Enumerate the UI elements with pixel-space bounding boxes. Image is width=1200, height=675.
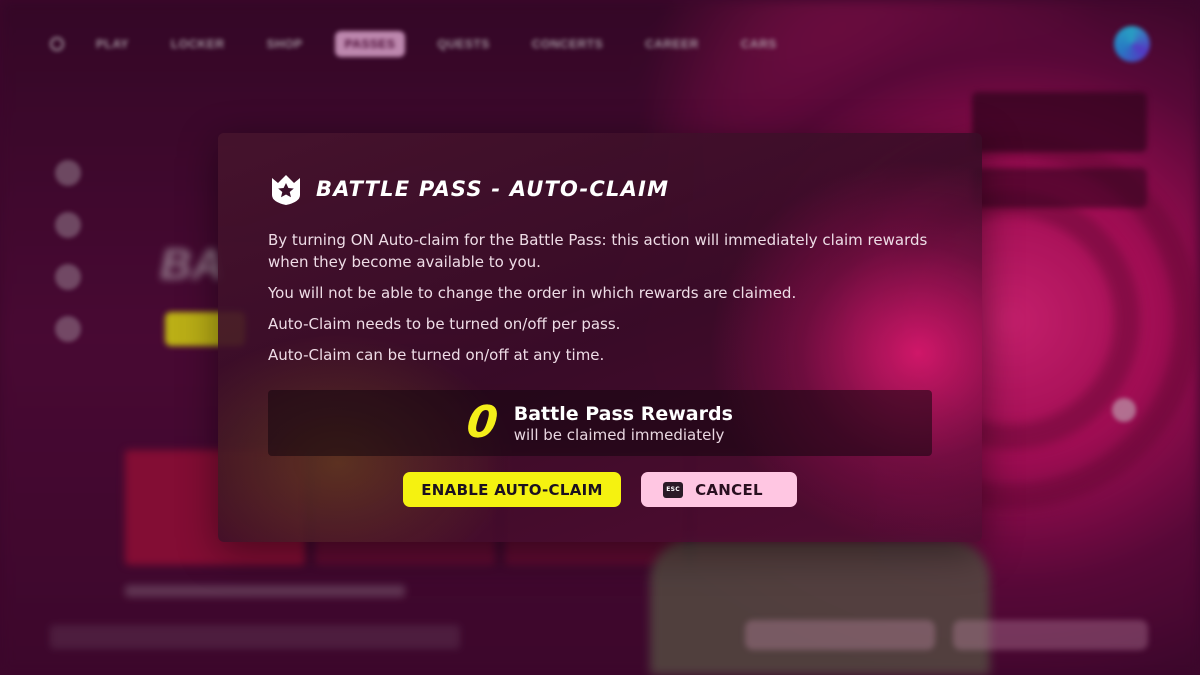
enable-auto-claim-button[interactable]: ENABLE AUTO-CLAIM <box>403 472 621 507</box>
rewards-label: Battle Pass Rewards <box>513 402 733 425</box>
auto-claim-dialog: BATTLE PASS - AUTO-CLAIM By turning ON A… <box>218 133 982 542</box>
cancel-label: CANCEL <box>695 480 763 499</box>
rewards-text: Battle Pass Rewards will be claimed imme… <box>514 403 733 444</box>
rewards-count: 0 <box>464 397 501 448</box>
description-paragraph: Auto-Claim can be turned on/off at any t… <box>268 346 605 364</box>
description-paragraph: Auto-Claim needs to be turned on/off per… <box>268 315 621 333</box>
battle-pass-star-icon <box>272 175 300 205</box>
dialog-description: By turning ON Auto-claim for the Battle … <box>268 229 938 375</box>
esc-key-icon: ESC <box>663 481 684 498</box>
cancel-button[interactable]: ESC CANCEL <box>641 472 797 507</box>
rewards-summary: 0 Battle Pass Rewards will be claimed im… <box>268 390 932 456</box>
rewards-sublabel: will be claimed immediately <box>513 425 725 444</box>
dialog-title: BATTLE PASS - AUTO-CLAIM <box>316 177 670 201</box>
dialog-actions: ENABLE AUTO-CLAIM ESC CANCEL <box>403 472 797 507</box>
description-paragraph: You will not be able to change the order… <box>268 284 797 302</box>
description-paragraph: By turning ON Auto-claim for the Battle … <box>268 231 928 271</box>
dialog-header: BATTLE PASS - AUTO-CLAIM <box>268 171 669 207</box>
